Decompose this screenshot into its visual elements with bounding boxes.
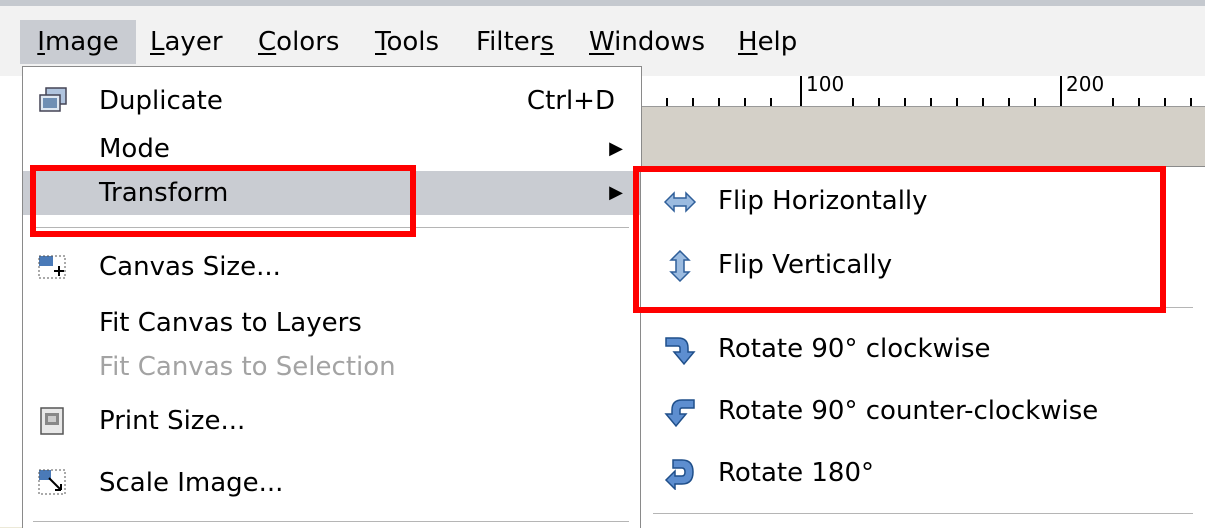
menu-item-label: Scale Image... bbox=[99, 468, 284, 498]
menu-help[interactable]: Help bbox=[738, 20, 797, 64]
canvas-size-icon bbox=[37, 252, 69, 282]
menu-item-label: Print Size... bbox=[99, 406, 246, 436]
menu-item-fit-canvas-layers[interactable]: Fit Canvas to Layers bbox=[23, 301, 641, 345]
duplicate-icon bbox=[37, 86, 69, 116]
menu-item-label: Duplicate bbox=[99, 86, 223, 116]
menu-item-label: Rotate 90° clockwise bbox=[718, 334, 991, 364]
menu-item-scale-image[interactable]: Scale Image... bbox=[23, 461, 641, 505]
toolbox-edge bbox=[0, 70, 22, 527]
submenu-arrow-icon: ▶ bbox=[609, 182, 623, 203]
scale-image-icon bbox=[37, 468, 69, 498]
menu-layer[interactable]: Layer bbox=[150, 20, 223, 64]
menubar: Image Layer Colors Tools Filters Windows… bbox=[0, 0, 1205, 76]
rotate-ccw-icon bbox=[663, 396, 697, 428]
canvas-gray-area bbox=[620, 107, 1205, 167]
menu-item-rotate-90-cw[interactable]: Rotate 90° clockwise bbox=[641, 325, 1205, 373]
menu-item-rotate-180[interactable]: Rotate 180° bbox=[641, 449, 1205, 497]
menu-item-duplicate[interactable]: Duplicate Ctrl+D bbox=[23, 79, 641, 123]
menu-item-label: Rotate 180° bbox=[718, 458, 875, 488]
image-menu: Duplicate Ctrl+D Mode ▶ Transform ▶ Canv… bbox=[22, 66, 642, 528]
menu-item-rotate-90-ccw[interactable]: Rotate 90° counter-clockwise bbox=[641, 387, 1205, 435]
menu-separator bbox=[33, 521, 629, 522]
menu-item-label: Canvas Size... bbox=[99, 252, 281, 282]
menu-item-fit-canvas-selection: Fit Canvas to Selection bbox=[23, 345, 641, 389]
shortcut-label: Ctrl+D bbox=[526, 86, 615, 116]
print-size-icon bbox=[37, 406, 69, 436]
rotate-cw-icon bbox=[663, 334, 697, 366]
menu-item-label: Rotate 90° counter-clockwise bbox=[718, 396, 1099, 426]
menu-filters[interactable]: Filters bbox=[476, 20, 554, 64]
menu-colors[interactable]: Colors bbox=[258, 20, 339, 64]
highlight-box-flip-items bbox=[633, 166, 1166, 313]
menu-item-print-size[interactable]: Print Size... bbox=[23, 399, 641, 443]
menu-separator bbox=[653, 513, 1193, 514]
menu-item-label: Fit Canvas to Selection bbox=[99, 352, 396, 382]
submenu-arrow-icon: ▶ bbox=[609, 138, 623, 159]
menu-windows[interactable]: Windows bbox=[589, 20, 705, 64]
menu-image[interactable]: Image bbox=[20, 20, 136, 64]
highlight-box-transform bbox=[30, 165, 416, 237]
menu-item-canvas-size[interactable]: Canvas Size... bbox=[23, 245, 641, 289]
rotate-180-icon bbox=[663, 458, 697, 491]
menu-tools[interactable]: Tools bbox=[375, 20, 439, 64]
menu-item-label: Fit Canvas to Layers bbox=[99, 308, 362, 338]
